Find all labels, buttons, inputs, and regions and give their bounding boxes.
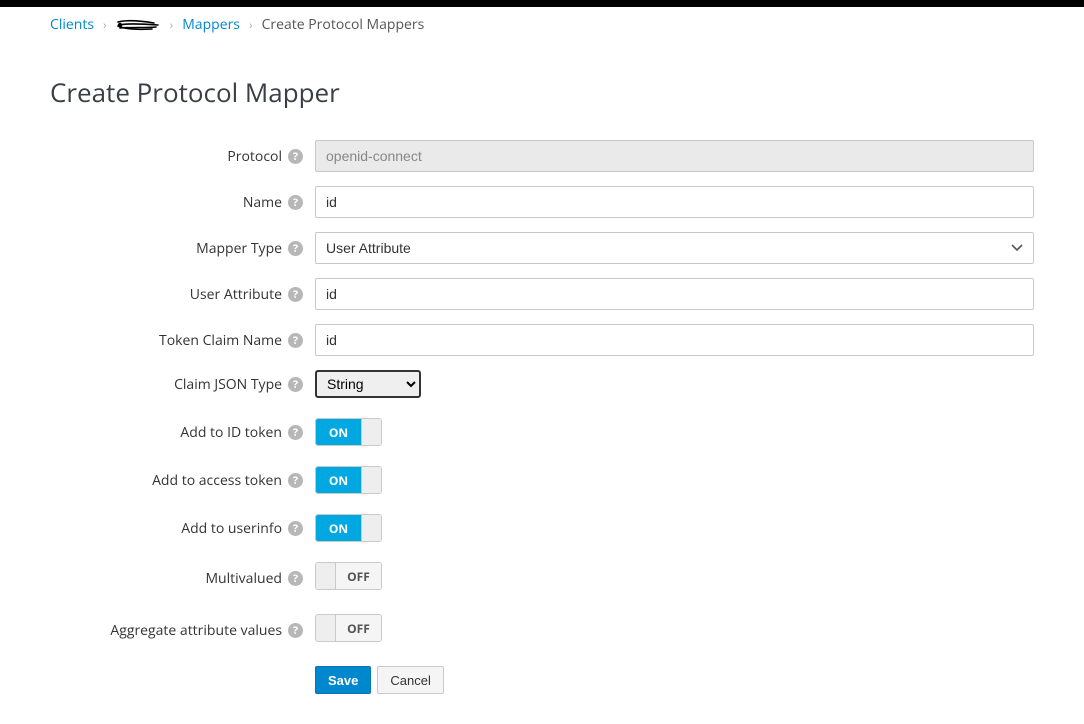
label-protocol: Protocol ?	[50, 147, 315, 166]
protocol-mapper-form: Protocol ? Name ? Mapper Type ?	[50, 140, 1034, 694]
name-input[interactable]	[315, 186, 1034, 218]
help-icon[interactable]: ?	[288, 241, 303, 256]
label-add-userinfo: Add to userinfo ?	[50, 519, 315, 538]
help-icon[interactable]: ?	[288, 473, 303, 488]
chevron-right-icon: ›	[249, 16, 253, 33]
top-bar	[0, 0, 1084, 7]
help-icon[interactable]: ?	[288, 425, 303, 440]
help-icon[interactable]: ?	[288, 571, 303, 586]
toggle-knob	[316, 615, 336, 641]
page-title: Create Protocol Mapper	[50, 74, 1034, 110]
add-id-token-toggle[interactable]: ON	[315, 418, 382, 446]
multivalued-toggle[interactable]: OFF	[315, 562, 382, 590]
form-actions: Save Cancel	[315, 666, 1034, 694]
breadcrumb-client-redacted	[116, 19, 161, 31]
help-icon[interactable]: ?	[288, 149, 303, 164]
save-button[interactable]: Save	[315, 666, 371, 694]
help-icon[interactable]: ?	[288, 195, 303, 210]
claim-json-type-select[interactable]: String	[315, 370, 421, 398]
label-add-id-token: Add to ID token ?	[50, 423, 315, 442]
help-icon[interactable]: ?	[288, 287, 303, 302]
label-claim-json-type: Claim JSON Type ?	[50, 375, 315, 394]
user-attribute-input[interactable]	[315, 278, 1034, 310]
toggle-knob	[361, 419, 381, 445]
add-userinfo-toggle[interactable]: ON	[315, 514, 382, 542]
toggle-knob	[361, 467, 381, 493]
label-name: Name ?	[50, 193, 315, 212]
protocol-field	[315, 140, 1034, 172]
breadcrumb-current: Create Protocol Mappers	[262, 15, 425, 34]
chevron-right-icon: ›	[170, 16, 174, 33]
add-access-token-toggle[interactable]: ON	[315, 466, 382, 494]
mapper-type-select[interactable]: User Attribute	[315, 232, 1034, 264]
help-icon[interactable]: ?	[288, 333, 303, 348]
breadcrumb-mappers[interactable]: Mappers	[182, 15, 240, 34]
toggle-knob	[316, 563, 336, 589]
label-user-attribute: User Attribute ?	[50, 285, 315, 304]
label-token-claim-name: Token Claim Name ?	[50, 331, 315, 350]
label-aggregate: Aggregate attribute values ?	[50, 621, 315, 640]
breadcrumb: Clients › › Mappers › Create Protocol Ma…	[50, 7, 1034, 46]
label-mapper-type: Mapper Type ?	[50, 239, 315, 258]
aggregate-toggle[interactable]: OFF	[315, 614, 382, 642]
breadcrumb-clients[interactable]: Clients	[50, 15, 94, 34]
token-claim-name-input[interactable]	[315, 324, 1034, 356]
cancel-button[interactable]: Cancel	[377, 666, 443, 694]
toggle-knob	[361, 515, 381, 541]
help-icon[interactable]: ?	[288, 623, 303, 638]
label-multivalued: Multivalued ?	[50, 569, 315, 588]
help-icon[interactable]: ?	[288, 521, 303, 536]
label-add-access-token: Add to access token ?	[50, 471, 315, 490]
chevron-right-icon: ›	[103, 16, 107, 33]
help-icon[interactable]: ?	[288, 377, 303, 392]
